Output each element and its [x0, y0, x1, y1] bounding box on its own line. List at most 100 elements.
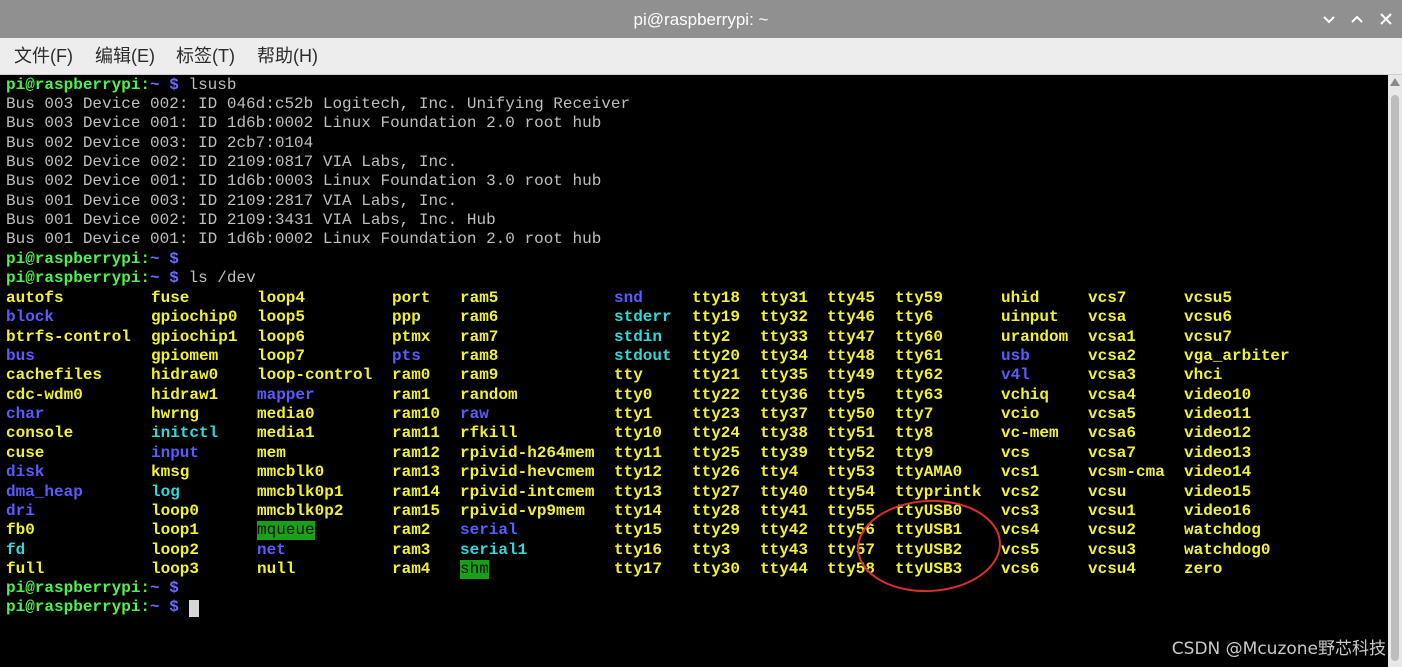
terminal-cursor	[189, 600, 199, 617]
prompt-user: pi@raspberrypi	[6, 598, 141, 616]
lsusb-line: Bus 001 Device 003: ID 2109:2817 VIA Lab…	[6, 192, 458, 210]
vertical-scrollbar[interactable]	[1388, 75, 1402, 667]
dev-entry: urandom	[1001, 328, 1069, 346]
dev-entry: console	[6, 424, 74, 442]
dev-entry: tty9	[895, 444, 934, 462]
dev-listing-row: fd loop2 net ram3 serial1 tty16 tty3 tty43 tty57…	[0, 541, 1388, 560]
minimize-button[interactable]	[1319, 9, 1339, 29]
menu-file[interactable]: 文件(F)	[14, 38, 73, 74]
dev-entry: video14	[1184, 463, 1252, 481]
command-text: lsusb	[188, 76, 237, 94]
dev-listing-row: btrfs-control gpiochip1 loop6 ptmx ram7 stdin…	[0, 328, 1388, 347]
dev-entry: btrfs-control	[6, 328, 131, 346]
dev-entry: ram8	[460, 347, 499, 365]
dev-entry: zero	[1184, 560, 1223, 578]
dev-entry: mqueue	[257, 521, 315, 540]
dev-entry: vcsu	[1088, 483, 1127, 501]
dev-entry: hidraw0	[151, 366, 219, 384]
dev-entry: shm	[460, 560, 489, 579]
dev-entry: tty20	[692, 347, 741, 365]
dev-entry: tty3	[692, 541, 731, 559]
dev-entry: bus	[6, 347, 35, 365]
prompt-path: ~	[150, 579, 160, 597]
dev-entry: loop0	[151, 502, 200, 520]
dev-entry: tty52	[827, 444, 876, 462]
dev-entry: tty36	[760, 386, 809, 404]
dev-entry: media1	[257, 424, 315, 442]
dev-entry: tty49	[827, 366, 876, 384]
lsusb-line: Bus 003 Device 002: ID 046d:c52b Logitec…	[6, 95, 631, 113]
dev-entry: v4l	[1001, 366, 1030, 384]
dev-entry: tty53	[827, 463, 876, 481]
terminal-output[interactable]: pi@raspberrypi:~ $ lsusb Bus 003 Device …	[0, 75, 1388, 667]
dev-listing-row: dma_heap log mmcblk0p1 ram14 rpivid-intcmem t…	[0, 483, 1388, 502]
dev-entry: tty62	[895, 366, 944, 384]
dev-entry: media0	[257, 405, 315, 423]
dev-entry: tty22	[692, 386, 741, 404]
dev-entry: mmcblk0	[257, 463, 325, 481]
prompt-line: pi@raspberrypi:~ $ ls /dev	[6, 269, 256, 288]
dev-entry: vcsa3	[1088, 366, 1137, 384]
dev-entry: tty42	[760, 521, 809, 539]
menu-edit[interactable]: 编辑(E)	[95, 38, 155, 74]
dev-entry: tty44	[760, 560, 809, 578]
dev-entry: tty38	[760, 424, 809, 442]
dev-entry: char	[6, 405, 45, 423]
dev-entry: vchiq	[1001, 386, 1050, 404]
prompt-path: ~	[150, 598, 160, 616]
dev-entry: tty27	[692, 483, 741, 501]
dev-entry: vcio	[1001, 405, 1040, 423]
dev-entry: tty45	[827, 289, 876, 307]
dev-entry: full	[6, 560, 45, 578]
maximize-button[interactable]	[1347, 9, 1367, 29]
dev-entry: vcsu7	[1184, 328, 1233, 346]
dev-entry: vcs5	[1001, 541, 1040, 559]
menu-tabs[interactable]: 标签(T)	[176, 38, 235, 74]
dev-entry: fb0	[6, 521, 35, 539]
dev-entry: tty17	[614, 560, 663, 578]
dev-entry: raw	[460, 405, 489, 423]
dev-entry: tty40	[760, 483, 809, 501]
dev-entry: uinput	[1001, 308, 1059, 326]
watermark: CSDN @Mcuzone野芯科技	[1171, 639, 1386, 659]
dev-entry: loop3	[151, 560, 200, 578]
dev-entry: vcs2	[1001, 483, 1040, 501]
dev-entry: vhci	[1184, 366, 1223, 384]
dev-entry: vcsa6	[1088, 424, 1137, 442]
dev-entry: vcsu6	[1184, 308, 1233, 326]
dev-entry: tty51	[827, 424, 876, 442]
dev-entry: tty26	[692, 463, 741, 481]
dev-entry: vcsu1	[1088, 502, 1137, 520]
prompt-dollar: $	[169, 76, 179, 94]
dev-entry: mapper	[257, 386, 315, 404]
lsusb-line: Bus 003 Device 001: ID 1d6b:0002 Linux F…	[6, 114, 602, 132]
dev-entry: uhid	[1001, 289, 1040, 307]
dev-entry: gpiochip0	[151, 308, 238, 326]
scroll-up-arrow-icon[interactable]	[1390, 78, 1400, 86]
prompt-dollar: $	[169, 250, 179, 268]
dev-entry: tty11	[614, 444, 663, 462]
dev-entry: ram0	[392, 366, 431, 384]
dev-listing-row: cachefiles hidraw0 loop-control ram0 ram9 tty…	[0, 366, 1388, 385]
dev-entry: ram1	[392, 386, 431, 404]
dev-entry: stdin	[614, 328, 663, 346]
scrollbar-thumb[interactable]	[1391, 95, 1399, 661]
dev-entry: hwrng	[151, 405, 200, 423]
menu-help[interactable]: 帮助(H)	[257, 38, 318, 74]
prompt-path: ~	[150, 76, 160, 94]
dev-entry: serial1	[460, 541, 528, 559]
dev-entry: tty35	[760, 366, 809, 384]
dev-entry: video12	[1184, 424, 1252, 442]
close-button[interactable]	[1376, 9, 1396, 29]
dev-entry: stderr	[614, 308, 672, 326]
dev-entry: tty28	[692, 502, 741, 520]
chevron-down-icon	[1323, 16, 1335, 24]
dev-entry: log	[151, 483, 180, 501]
dev-entry: gpiochip1	[151, 328, 238, 346]
dev-entry: ttyAMA0	[895, 463, 963, 481]
prompt-line: pi@raspberrypi:~ $	[6, 579, 179, 598]
dev-entry: tty48	[827, 347, 876, 365]
dev-entry: dri	[6, 502, 35, 520]
dev-listing-row: bus gpiomem loop7 pts ram8 stdout tty20 tty34 tt…	[0, 347, 1388, 366]
dev-entry: vcsu4	[1088, 560, 1137, 578]
